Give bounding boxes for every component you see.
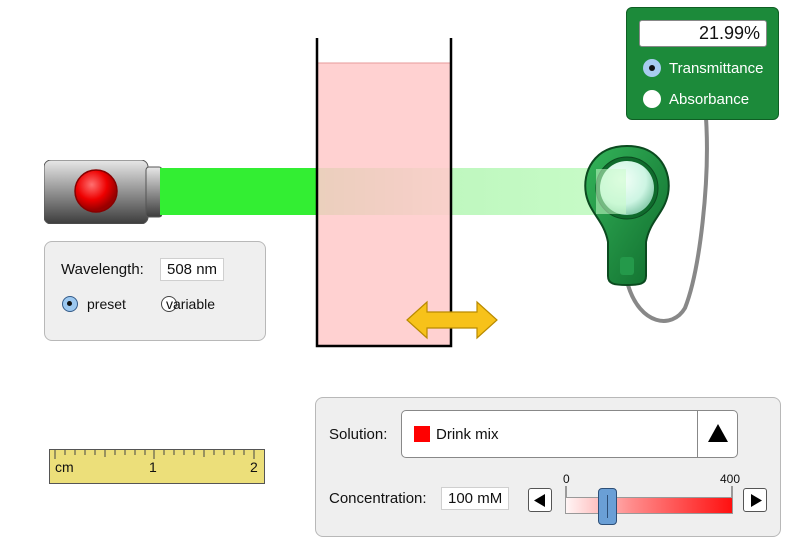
- ruler-unit: cm: [55, 459, 74, 475]
- arrow-left-icon: [534, 494, 545, 507]
- solution-color-swatch: [414, 426, 430, 442]
- absorbance-label: Absorbance: [669, 91, 750, 108]
- concentration-slider-thumb[interactable]: [598, 488, 617, 525]
- transmittance-radio[interactable]: [643, 59, 661, 77]
- light-source-icon: [44, 160, 162, 224]
- increase-concentration-button[interactable]: [743, 488, 767, 512]
- preset-label: preset: [87, 296, 126, 312]
- solution-label: Solution:: [329, 426, 388, 443]
- transmittance-label: Transmittance: [669, 60, 764, 77]
- absorbance-radio[interactable]: [643, 90, 661, 108]
- dropdown-divider: [697, 411, 698, 457]
- ruler[interactable]: [49, 449, 265, 484]
- concentration-label: Concentration:: [329, 490, 427, 507]
- wavelength-value: 508 nm: [160, 258, 225, 281]
- drag-arrow-icon[interactable]: [405, 300, 499, 340]
- detector-probe-icon[interactable]: [582, 142, 672, 287]
- ruler-tick-2: 2: [250, 459, 258, 475]
- variable-label: variable: [166, 296, 216, 312]
- arrow-right-icon: [751, 494, 762, 507]
- wavelength-label: Wavelength:: [61, 261, 144, 278]
- meter-readout: 21.99%: [639, 20, 767, 47]
- decrease-concentration-button[interactable]: [528, 488, 552, 512]
- solution-selected: Drink mix: [436, 426, 499, 443]
- ruler-ticks: [54, 450, 255, 459]
- dropdown-up-icon[interactable]: [706, 422, 730, 444]
- preset-radio[interactable]: [62, 296, 78, 312]
- ruler-tick-1: 1: [149, 459, 157, 475]
- wavelength-panel: [44, 241, 266, 341]
- concentration-value: 100 mM: [441, 487, 510, 510]
- concentration-slider-track[interactable]: [565, 497, 733, 514]
- light-beam: [160, 168, 318, 215]
- slider-end-ticks: [565, 486, 733, 497]
